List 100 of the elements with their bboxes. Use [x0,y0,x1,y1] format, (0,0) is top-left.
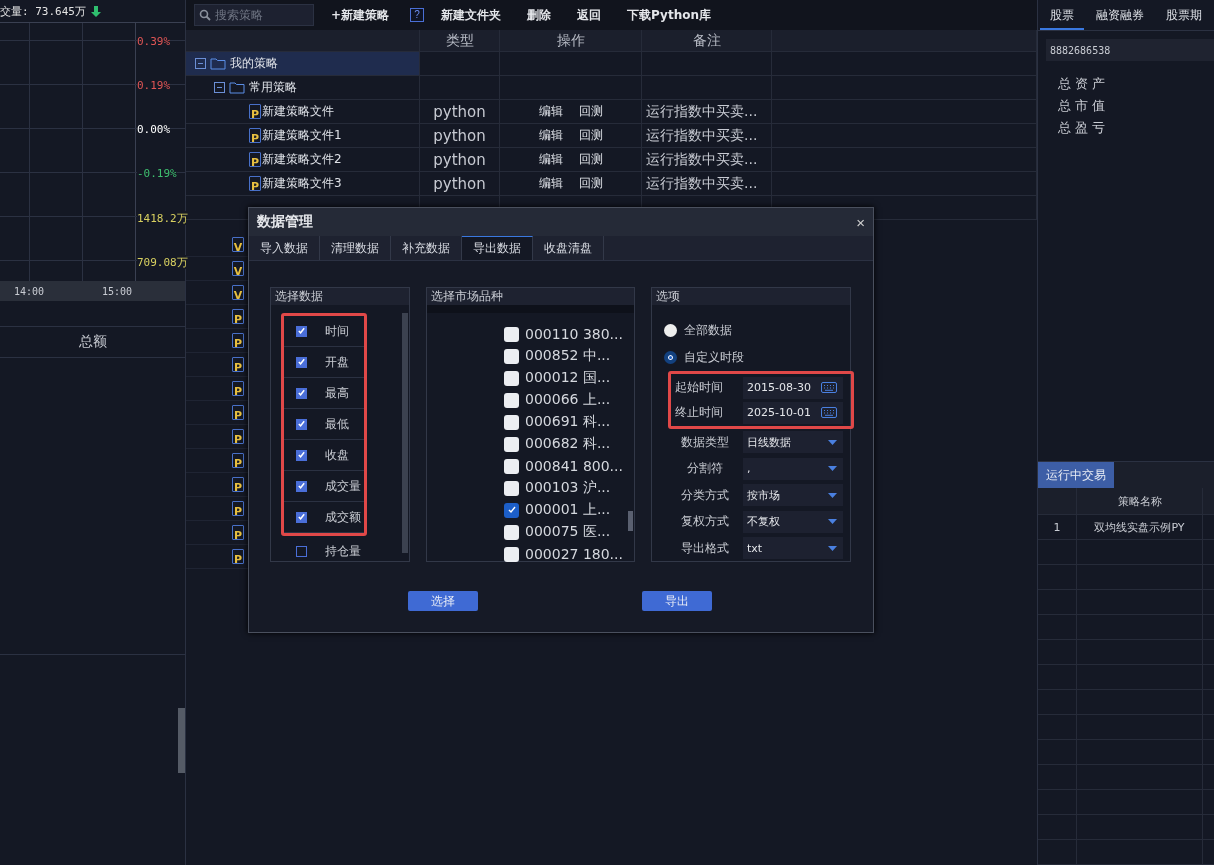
toolbar-button[interactable]: 删除 [518,6,561,24]
toolbar-button[interactable]: 下载Python库 [618,6,720,24]
file-icon: P [232,429,244,444]
caret-icon [828,466,837,472]
checkbox[interactable] [296,449,307,461]
checkbox[interactable] [296,546,307,557]
tab[interactable]: 导出数据 [462,236,533,260]
close-button[interactable]: × [856,213,865,231]
tree-item-selected[interactable]: 我的策略 [186,52,420,76]
checkbox[interactable] [504,392,519,408]
checkbox-label: 000852 中... [525,347,611,365]
account-field[interactable]: 8882686538 [1046,39,1214,61]
tab[interactable]: 股票期 [1156,3,1212,30]
strategy-file-name[interactable]: 新建策略文件3 [262,175,342,192]
caret-icon [828,492,837,498]
caret-icon [828,519,837,525]
time-label: 15:00 [102,285,134,297]
field-label: 复权方式 [680,513,730,531]
toolbar-button[interactable]: 新建文件夹 [432,6,511,24]
radio-button[interactable] [664,351,677,364]
action-link[interactable]: 回测 [578,103,603,120]
help-button[interactable]: ? [410,8,425,22]
strategy-file-name[interactable]: 新建策略文件2 [262,151,342,168]
checkbox[interactable] [504,348,519,364]
collapse-icon[interactable] [214,82,225,93]
scrollbar[interactable] [178,708,185,773]
tab[interactable]: 融资融券 [1086,3,1154,30]
checkbox-label: 000075 医... [525,523,611,541]
table-cell: python [420,100,500,124]
collapse-icon[interactable] [195,58,206,69]
checkbox[interactable] [296,418,307,430]
checkbox[interactable] [296,387,307,399]
search-field[interactable]: 搜索策略 [194,4,314,26]
date-field[interactable]: 2015-08-30 [743,376,843,399]
file-icon: V [232,261,244,276]
summary-label: 总 市 值 [1058,97,1107,115]
table-cell: 1 [1038,515,1077,539]
table-cell: python [420,172,500,196]
checkbox[interactable] [504,546,519,562]
checkbox[interactable] [296,356,307,368]
checkbox-label: 000841 800... [525,458,623,474]
action-link[interactable]: 回测 [578,151,603,168]
toolbar-button[interactable]: +新建策略 [322,6,399,24]
action-link[interactable]: 编辑 [538,151,563,168]
checkbox[interactable] [504,326,519,342]
panel-title: 选择市场品种 [427,288,634,305]
checkbox[interactable] [504,502,519,518]
checkbox-label: 000110 380... [525,326,623,342]
checkbox[interactable] [504,480,519,496]
checkbox[interactable] [504,436,519,452]
date-field[interactable]: 2025-10-01 [743,401,843,424]
action-link[interactable]: 编辑 [538,103,563,120]
python-file-icon: P [249,176,261,191]
checkbox[interactable] [504,370,519,386]
field-label: 分割符 [686,460,724,478]
action-link[interactable]: 回测 [578,127,603,144]
time-label: 14:00 [14,285,46,297]
field-label: 导出格式 [680,539,730,557]
file-icon: P [232,405,244,420]
action-link[interactable]: 回测 [578,175,603,192]
file-icon: P [232,549,244,564]
panel-title: 选择数据 [271,288,409,305]
checkbox[interactable] [296,511,307,523]
field-label: 数据类型 [680,433,730,451]
tab[interactable]: 运行中交易 [1038,462,1114,488]
checkbox[interactable] [504,458,519,474]
file-icon: P [232,501,244,516]
folder-icon [210,57,226,70]
dropdown[interactable]: 不复权 [743,510,843,533]
checkbox-label: 000027 180... [525,546,623,562]
radio-button[interactable] [664,324,677,337]
column-header: 备注 [642,30,772,52]
table-cell: python [420,148,500,172]
scrollbar[interactable] [628,511,633,531]
keyboard-icon[interactable] [821,382,837,393]
action-link[interactable]: 编辑 [538,175,563,192]
checkbox[interactable] [296,480,307,492]
action-link[interactable]: 编辑 [538,127,563,144]
tab[interactable]: 股票 [1040,3,1084,30]
checkbox-label: 000001 上... [525,501,611,519]
toolbar-button[interactable]: 返回 [568,6,611,24]
file-icon: P [232,453,244,468]
dialog-button[interactable]: 导出 [642,591,712,611]
checkbox-label: 000012 国... [525,369,611,387]
caret-icon [828,545,837,551]
tree-item[interactable]: 常用策略 [186,76,420,100]
checkbox[interactable] [296,325,307,337]
checkbox[interactable] [504,414,519,430]
dropdown[interactable]: 日线数据 [743,431,843,454]
strategy-file-name[interactable]: 新建策略文件 [262,103,334,120]
dialog-button[interactable]: 选择 [408,591,478,611]
keyboard-icon[interactable] [821,407,837,418]
scrollbar[interactable] [402,313,408,553]
strategy-file-name[interactable]: 新建策略文件1 [262,127,342,144]
checkbox[interactable] [504,524,519,540]
column-header: 类型 [420,30,500,52]
dropdown[interactable]: , [743,457,843,480]
table-cell: 运行指数中买卖... [642,124,772,148]
dropdown[interactable]: txt [743,537,843,560]
dropdown[interactable]: 按市场 [743,484,843,507]
